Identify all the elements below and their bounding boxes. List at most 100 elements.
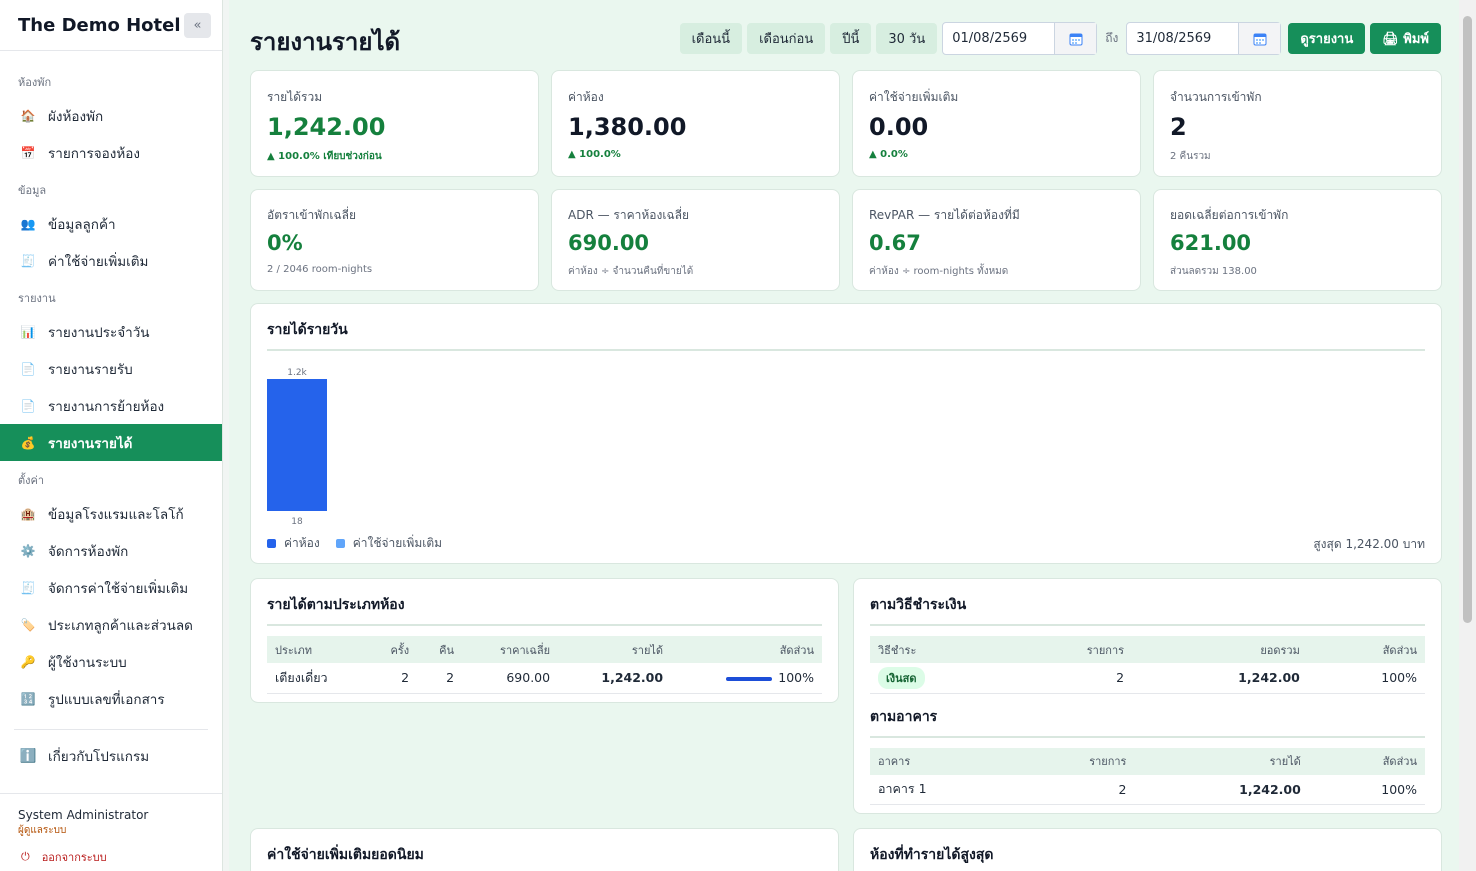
sidebar-item[interactable]: 🔑 ผู้ใช้งานระบบ — [0, 643, 222, 680]
kpi-revpar: RevPAR — รายได้ต่อห้องที่มี 0.67 ค่าห้อง… — [852, 189, 1141, 291]
sidebar-item[interactable]: 📊 รายงานประจำวัน — [0, 313, 222, 350]
sidebar: The Demo Hotel « ห้องพัก 🏠 ผังห้องพัก 📅 รายก… — [0, 0, 223, 871]
sidebar-item[interactable]: 🏨 ข้อมูลโรงแรมและโลโก้ — [0, 495, 222, 532]
cell-count: 2 — [1014, 774, 1135, 805]
sidebar-item[interactable]: ⚙️ จัดการห้องพัก — [0, 532, 222, 569]
date-to-label: ถึง — [1105, 31, 1119, 45]
kpi-label: ค่าห้อง — [568, 90, 604, 104]
sidebar-nav: ห้องพัก 🏠 ผังห้องพัก 📅 รายการจองห้อง ข้อมูล 👥 ข… — [0, 51, 222, 717]
kpi-total-revenue: รายได้รวม 1,242.00 ▲ 100.0% เทียบช่วงก่อ… — [250, 70, 539, 177]
section-title: ตามอาคาร — [870, 708, 938, 725]
data-label: 1.2k — [287, 368, 307, 378]
calendar-icon[interactable] — [1238, 23, 1281, 54]
kpi-note: ค่าห้อง ÷ room-nights ทั้งหมด — [869, 266, 1009, 277]
kpi-label: ยอดเฉลี่ยต่อการเข้าพัก — [1170, 208, 1289, 222]
x-tick-label: 18 — [291, 517, 303, 527]
main-content: รายงานรายได้ เดือนนี้ เดือนก่อน ปีนี้ 30… — [232, 0, 1457, 871]
sidebar-item-label: รายงานรายได้ — [48, 435, 133, 452]
payment-method-badge: เงินสด — [878, 666, 925, 689]
user-box: System Administrator ผู้ดูแลระบบ ⏻ ออกจา… — [0, 793, 222, 871]
calendar-icon: 📅 — [20, 145, 36, 160]
legend-swatch — [267, 539, 276, 548]
sidebar-item-label: ข้อมูลลูกค้า — [48, 216, 116, 233]
view-report-button[interactable]: ดูรายงาน — [1288, 23, 1366, 54]
kpi-label: อัตราเข้าพักเฉลี่ย — [267, 208, 357, 222]
kpi-value: 0% — [267, 231, 303, 255]
range-this-year-button[interactable]: ปีนี้ — [830, 23, 872, 54]
kpi-adr: ADR — ราคาห้องเฉลี่ย 690.00 ค่าห้อง ÷ จำ… — [551, 189, 840, 291]
sidebar-item[interactable]: 📄 รายงานการย้ายห้อง — [0, 387, 222, 424]
sidebar-item-about[interactable]: ℹ️ เกี่ยวกับโปรแกรม — [0, 737, 222, 774]
sidebar-item-label: เกี่ยวกับโปรแกรม — [48, 748, 150, 765]
daily-revenue-card: รายได้รายวัน 1.2k 18 ค่าห้อง ค่าใช้จ่ายเพ… — [250, 303, 1442, 564]
nav-section-label: ข้อมูล — [18, 184, 47, 197]
collapse-sidebar-button[interactable]: « — [184, 12, 211, 38]
section-title: ตามวิธีชำระเงิน — [870, 597, 967, 613]
kpi-label: RevPAR — รายได้ต่อห้องที่มี — [869, 208, 1020, 222]
cell-total: 1,242.00 — [1132, 663, 1308, 694]
table-header-row: วิธีชำระ รายการ ยอดรวม สัดส่วน — [870, 636, 1425, 663]
sidebar-item[interactable]: 🧾 ค่าใช้จ่ายเพิ่มเติม — [0, 242, 222, 279]
kpi-label: ADR — ราคาห้องเฉลี่ย — [568, 208, 690, 222]
page-scrollbar[interactable] — [1459, 0, 1476, 871]
sidebar-item-label: ค่าใช้จ่ายเพิ่มเติม — [48, 253, 149, 270]
section-title: ค่าใช้จ่ายเพิ่มเติมยอดนิยม — [267, 847, 424, 863]
cell-type: เตียงเดี่ยว — [267, 663, 367, 694]
sidebar-item[interactable]: 👥 ข้อมูลลูกค้า — [0, 205, 222, 242]
room-type-table: ประเภท ครั้ง คืน ราคาเฉลี่ย รายได้ สัดส่… — [267, 636, 822, 694]
sidebar-item-label: รายงานประจำวัน — [48, 324, 150, 341]
sidebar-item-label: รายงานการย้ายห้อง — [48, 398, 165, 415]
kpi-value: 0.00 — [869, 113, 929, 141]
cell-nights: 2 — [417, 663, 463, 694]
sidebar-item[interactable]: 📅 รายการจองห้อง — [0, 134, 222, 171]
range-last-month-button[interactable]: เดือนก่อน — [747, 23, 826, 54]
range-this-month-button[interactable]: เดือนนี้ — [679, 23, 743, 54]
cell-revenue: 1,242.00 — [558, 663, 672, 694]
scrollbar-thumb[interactable] — [1463, 16, 1472, 623]
document-icon: 📄 — [20, 361, 36, 376]
section-title: รายได้รายวัน — [267, 322, 348, 338]
cell-count: 2 — [366, 663, 418, 694]
info-icon: ℹ️ — [19, 747, 37, 764]
col-nights: คืน — [417, 636, 463, 663]
cell-share: 100% — [1307, 663, 1425, 694]
cell-building: อาคาร 1 — [870, 774, 1015, 805]
kpi-value: 690.00 — [568, 231, 650, 255]
cell-count: 2 — [1011, 663, 1133, 694]
payment-table-wrap: วิธีชำระ รายการ ยอดรวม สัดส่วน เงินสด 2 … — [854, 626, 1441, 694]
receipt-icon: 🧾 — [20, 253, 36, 268]
hotel-icon: 🏨 — [20, 506, 36, 521]
sidebar-item[interactable]: 🧾 จัดการค่าใช้จ่ายเพิ่มเติม — [0, 569, 222, 606]
building-table: อาคาร รายการ รายได้ สัดส่วน อาคาร 1 2 1,… — [870, 747, 1425, 805]
date-to-field[interactable]: 31/08/2569 — [1126, 22, 1282, 55]
nav-divider — [14, 729, 208, 730]
print-button[interactable]: 🖨 พิมพ์ — [1370, 23, 1441, 54]
kpi-value: 2 — [1170, 113, 1187, 141]
top-rooms-card: ห้องที่ทำรายได้สูงสุด — [853, 828, 1442, 871]
sidebar-item[interactable]: 💰 รายงานรายได้ — [0, 424, 222, 461]
tag-icon: 🏷️ — [20, 617, 36, 632]
col-share: สัดส่วน — [1307, 636, 1425, 663]
document-icon: 📄 — [20, 398, 36, 413]
brand-title: The Demo Hotel — [18, 14, 181, 36]
logout-button[interactable]: ⏻ ออกจากระบบ — [18, 848, 204, 866]
cell-avg: 690.00 — [462, 663, 559, 694]
kpi-value: 1,380.00 — [568, 113, 687, 141]
sidebar-item[interactable]: 🏠 ผังห้องพัก — [0, 97, 222, 134]
col-type: ประเภท — [267, 636, 367, 663]
date-from-field[interactable]: 01/08/2569 — [942, 22, 1098, 55]
table-row: เงินสด 2 1,242.00 100% — [870, 663, 1425, 694]
sidebar-item[interactable]: 🔢 รูปแบบเลขที่เอกสาร — [0, 680, 222, 717]
legend-label: ค่าใช้จ่ายเพิ่มเติม — [352, 536, 443, 550]
sidebar-item-label: รูปแบบเลขที่เอกสาร — [48, 691, 165, 708]
sidebar-item[interactable]: 📄 รายงานรายรับ — [0, 350, 222, 387]
col-avg: ราคาเฉลี่ย — [462, 636, 559, 663]
range-30-days-button[interactable]: 30 วัน — [876, 23, 938, 54]
kpi-avg-per-stay: ยอดเฉลี่ยต่อการเข้าพัก 621.00 ส่วนลดรวม … — [1153, 189, 1442, 291]
sidebar-item[interactable]: 🏷️ ประเภทลูกค้าและส่วนลด — [0, 606, 222, 643]
kpi-change: ▲ 100.0% — [568, 149, 621, 160]
section-title: รายได้ตามประเภทห้อง — [267, 597, 405, 613]
sidebar-item-label: ข้อมูลโรงแรมและโลโก้ — [48, 506, 184, 523]
calendar-icon[interactable] — [1054, 23, 1097, 54]
cell-method: เงินสด — [870, 663, 1012, 694]
